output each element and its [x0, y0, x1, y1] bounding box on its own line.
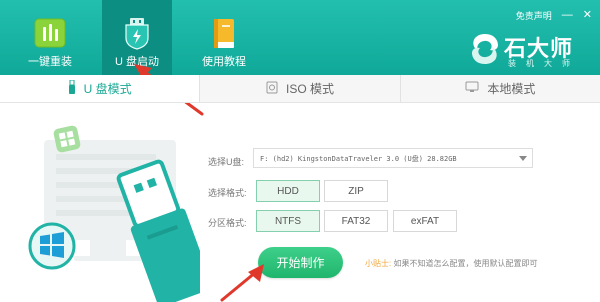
window-links: 免责声明 — ✕: [516, 9, 592, 22]
format-label: 选择格式:: [208, 188, 247, 198]
usb-drive-icon: [68, 79, 76, 97]
tab-label: ISO 模式: [285, 82, 334, 96]
tab-local-mode[interactable]: 本地模式: [399, 75, 600, 102]
drive-select-value: F: (hd2) KingstonDataTraveler 3.0 (U盘) 2…: [260, 155, 457, 163]
tab-label: 本地模式: [487, 82, 536, 96]
tip-text: 小贴士: 如果不知道怎么配置，使用默认配置即可: [365, 258, 537, 269]
tab-usb-mode[interactable]: U 盘模式: [0, 75, 200, 102]
disclaimer-link[interactable]: 免责声明: [516, 9, 552, 22]
drive-select[interactable]: F: (hd2) KingstonDataTraveler 3.0 (U盘) 2…: [253, 148, 533, 168]
app-header: 一键重装 U 盘启动 使用教程 免责声明 — ✕ 石大师 装机大师: [0, 0, 600, 75]
monitor-icon: [465, 81, 479, 96]
format-option-hdd[interactable]: HDD: [256, 180, 320, 202]
nav-label: 一键重装: [28, 56, 72, 68]
disc-file-icon: [266, 81, 278, 97]
chevron-down-icon: [519, 156, 527, 161]
nav-tutorial[interactable]: 使用教程: [190, 0, 258, 75]
minimize-button[interactable]: —: [562, 10, 573, 21]
partition-option-ntfs[interactable]: NTFS: [256, 210, 320, 232]
tip-body: 如果不知道怎么配置，使用默认配置即可: [393, 259, 538, 268]
bar-chart-icon: [34, 18, 66, 51]
brand-logo: 石大师 装机大师: [470, 30, 600, 70]
nav-usb-boot[interactable]: U 盘启动: [102, 0, 172, 75]
usb-illustration: [0, 104, 213, 302]
format-option-zip[interactable]: ZIP: [324, 180, 388, 202]
nav-one-click-reinstall[interactable]: 一键重装: [16, 0, 84, 75]
mode-tabs: U 盘模式 ISO 模式 本地模式: [0, 75, 600, 103]
usb-shield-icon: [123, 18, 151, 53]
partition-option-fat32[interactable]: FAT32: [324, 210, 388, 232]
nav-label: U 盘启动: [115, 56, 159, 68]
close-button[interactable]: ✕: [583, 10, 592, 21]
swirl-logo-icon: [470, 32, 500, 71]
tab-label: U 盘模式: [83, 82, 132, 96]
tip-title: 小贴士:: [365, 259, 392, 268]
brand-subtitle: 装机大师: [508, 59, 580, 68]
book-icon: [211, 18, 237, 53]
start-making-button[interactable]: 开始制作: [258, 247, 343, 278]
nav-label: 使用教程: [202, 56, 246, 68]
drive-label: 选择U盘:: [208, 157, 245, 167]
partition-label: 分区格式:: [208, 218, 247, 228]
partition-option-exfat[interactable]: exFAT: [393, 210, 457, 232]
tab-iso-mode[interactable]: ISO 模式: [199, 75, 399, 102]
